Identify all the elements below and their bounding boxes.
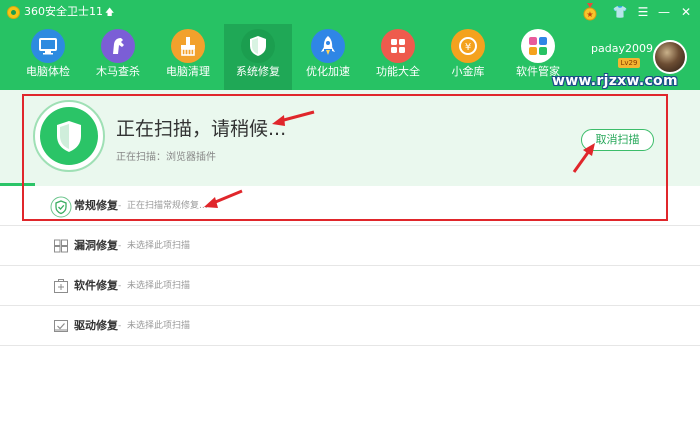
- apps-icon: [521, 29, 555, 63]
- nav-item-vault[interactable]: ¥ 小金库: [434, 24, 502, 90]
- monitor-icon: [31, 29, 65, 63]
- title-bar: 360安全卫士11 🡅 ★ 👕 ☰ — ✕: [0, 0, 700, 24]
- software-box-icon: [54, 279, 68, 293]
- annotation-arrow-icon: [272, 110, 315, 126]
- annotation-arrow-icon: [204, 189, 243, 208]
- repair-separator: -: [118, 321, 122, 331]
- coin-icon: ¥: [451, 29, 485, 63]
- level-badge: Lv29: [618, 58, 640, 68]
- repair-separator: -: [118, 241, 122, 251]
- driver-icon: [54, 320, 68, 332]
- nav-label: 木马查杀: [96, 65, 140, 78]
- upgrade-arrow-icon[interactable]: 🡅: [105, 8, 114, 18]
- svg-text:¥: ¥: [465, 42, 471, 53]
- repair-title: 漏洞修复: [74, 239, 118, 252]
- minimize-icon[interactable]: —: [654, 3, 674, 21]
- horse-icon: [101, 29, 135, 63]
- app-title: 360安全卫士11 🡅: [24, 5, 115, 18]
- windows-icon: [54, 239, 68, 253]
- nav-item-cleanup[interactable]: 电脑清理: [154, 24, 222, 90]
- repair-status: 未选择此项扫描: [127, 281, 191, 291]
- repair-separator: -: [118, 281, 122, 291]
- nav-item-repair[interactable]: 系统修复: [224, 24, 292, 90]
- nav-item-speedup[interactable]: 优化加速: [294, 24, 362, 90]
- nav-label: 优化加速: [306, 65, 350, 78]
- menu-icon[interactable]: ☰: [633, 3, 653, 21]
- repair-row-vulnerability[interactable]: 漏洞修复 - 未选择此项扫描: [0, 226, 700, 266]
- nav-label: 系统修复: [236, 65, 280, 78]
- nav-label: 电脑清理: [166, 65, 210, 78]
- svg-text:★: ★: [586, 10, 593, 19]
- nav-label: 小金库: [451, 65, 485, 78]
- shield-icon: [241, 29, 275, 63]
- skin-icon[interactable]: 👕: [610, 3, 630, 21]
- avatar[interactable]: [653, 40, 687, 74]
- repair-status: 未选择此项扫描: [127, 321, 191, 331]
- repair-status: 未选择此项扫描: [127, 241, 191, 251]
- username[interactable]: paday2009: [591, 42, 653, 55]
- rocket-icon: [311, 29, 345, 63]
- app-logo-icon: [7, 6, 20, 19]
- nav-item-checkup[interactable]: 电脑体检: [14, 24, 82, 90]
- app-window: 360安全卫士11 🡅 ★ 👕 ☰ — ✕ 电脑体检 木马查杀 电脑清理 系统修…: [0, 0, 700, 441]
- medal-icon[interactable]: ★: [582, 3, 598, 21]
- watermark-text: www.rjzxw.com: [552, 73, 678, 89]
- repair-row-software[interactable]: 软件修复 - 未选择此项扫描: [0, 266, 700, 306]
- nav-item-features[interactable]: 功能大全: [364, 24, 432, 90]
- nav-label: 电脑体检: [26, 65, 70, 78]
- repair-row-driver[interactable]: 驱动修复 - 未选择此项扫描: [0, 306, 700, 346]
- main-nav: 电脑体检 木马查杀 电脑清理 系统修复 优化加速 功能大全 ¥ 小金库 软件管家: [0, 24, 560, 90]
- nav-label: 功能大全: [376, 65, 420, 78]
- grid-icon: [381, 29, 415, 63]
- annotation-arrow-icon: [572, 143, 595, 173]
- repair-title: 驱动修复: [74, 319, 118, 332]
- broom-icon: [171, 29, 205, 63]
- repair-title: 软件修复: [74, 279, 118, 292]
- nav-item-trojan[interactable]: 木马查杀: [84, 24, 152, 90]
- close-icon[interactable]: ✕: [676, 3, 696, 21]
